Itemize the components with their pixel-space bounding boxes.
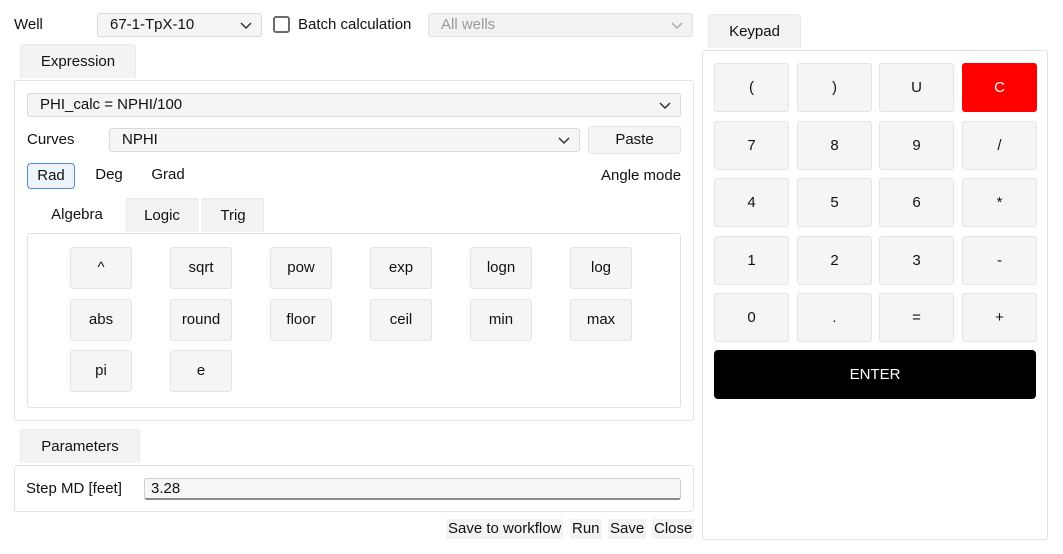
func-button-logn[interactable]: logn <box>470 247 532 289</box>
subtab-trig[interactable]: Trig <box>202 198 264 232</box>
key-close-paren[interactable]: ) <box>797 63 872 112</box>
close-button[interactable]: Close <box>652 519 695 539</box>
enter-button[interactable]: ENTER <box>714 350 1036 399</box>
chevron-down-icon <box>239 18 253 32</box>
wells-select-placeholder: All wells <box>441 16 496 33</box>
func-button-log[interactable]: log <box>570 247 632 289</box>
subtab-logic[interactable]: Logic <box>126 198 198 232</box>
tab-keypad[interactable]: Keypad <box>708 14 801 48</box>
key-6[interactable]: 6 <box>879 178 954 227</box>
key-1[interactable]: 1 <box>714 236 789 285</box>
angle-mode-rad[interactable]: Rad <box>27 163 75 189</box>
step-md-label: Step MD [feet] <box>26 480 122 497</box>
chevron-down-icon <box>557 133 571 147</box>
func-button-caret[interactable]: ^ <box>70 247 132 289</box>
curves-value: NPHI <box>122 131 158 148</box>
wells-select: All wells <box>428 13 693 37</box>
key-decimal[interactable]: . <box>797 293 872 342</box>
run-button[interactable]: Run <box>570 519 602 539</box>
curves-select[interactable]: NPHI <box>109 128 580 152</box>
save-to-workflow-button[interactable]: Save to workflow <box>446 519 564 539</box>
tab-expression[interactable]: Expression <box>20 44 136 78</box>
chevron-down-icon <box>658 98 672 112</box>
func-button-pow[interactable]: pow <box>270 247 332 289</box>
key-0[interactable]: 0 <box>714 293 789 342</box>
key-minus[interactable]: - <box>962 236 1037 285</box>
func-button-e[interactable]: e <box>170 350 232 392</box>
tab-parameters[interactable]: Parameters <box>20 429 140 463</box>
chevron-down-icon <box>670 18 684 32</box>
well-label: Well <box>14 16 43 33</box>
curves-label: Curves <box>27 131 75 148</box>
batch-calculation-label: Batch calculation <box>298 16 412 33</box>
step-md-value: 3.28 <box>151 480 181 497</box>
key-equals[interactable]: = <box>879 293 954 342</box>
key-2[interactable]: 2 <box>797 236 872 285</box>
key-open-paren[interactable]: ( <box>714 63 789 112</box>
func-button-max[interactable]: max <box>570 299 632 341</box>
paste-button[interactable]: Paste <box>588 126 681 154</box>
key-3[interactable]: 3 <box>879 236 954 285</box>
well-select-value: 67-1-TpX-10 <box>110 16 195 33</box>
func-button-sqrt[interactable]: sqrt <box>170 247 232 289</box>
well-select[interactable]: 67-1-TpX-10 <box>97 13 262 37</box>
func-button-ceil[interactable]: ceil <box>370 299 432 341</box>
expression-value: PHI_calc = NPHI/100 <box>40 96 183 113</box>
func-button-min[interactable]: min <box>470 299 532 341</box>
key-plus[interactable]: + <box>962 293 1037 342</box>
key-4[interactable]: 4 <box>714 178 789 227</box>
save-button[interactable]: Save <box>608 519 647 539</box>
key-7[interactable]: 7 <box>714 121 789 170</box>
func-button-round[interactable]: round <box>170 299 232 341</box>
angle-mode-label: Angle mode <box>601 167 682 184</box>
angle-mode-deg[interactable]: Deg <box>86 163 132 189</box>
angle-mode-grad[interactable]: Grad <box>144 163 192 189</box>
key-multiply[interactable]: * <box>962 178 1037 227</box>
key-u[interactable]: U <box>879 63 954 112</box>
key-9[interactable]: 9 <box>879 121 954 170</box>
key-5[interactable]: 5 <box>797 178 872 227</box>
key-8[interactable]: 8 <box>797 121 872 170</box>
key-divide[interactable]: / <box>962 121 1037 170</box>
batch-calculation-checkbox[interactable] <box>273 16 290 33</box>
expression-select[interactable]: PHI_calc = NPHI/100 <box>27 93 681 117</box>
subtab-algebra[interactable]: Algebra <box>32 198 122 232</box>
func-button-abs[interactable]: abs <box>70 299 132 341</box>
key-clear[interactable]: C <box>962 63 1037 112</box>
func-button-pi[interactable]: pi <box>70 350 132 392</box>
func-button-exp[interactable]: exp <box>370 247 432 289</box>
func-button-floor[interactable]: floor <box>270 299 332 341</box>
step-md-input[interactable]: 3.28 <box>144 478 681 500</box>
